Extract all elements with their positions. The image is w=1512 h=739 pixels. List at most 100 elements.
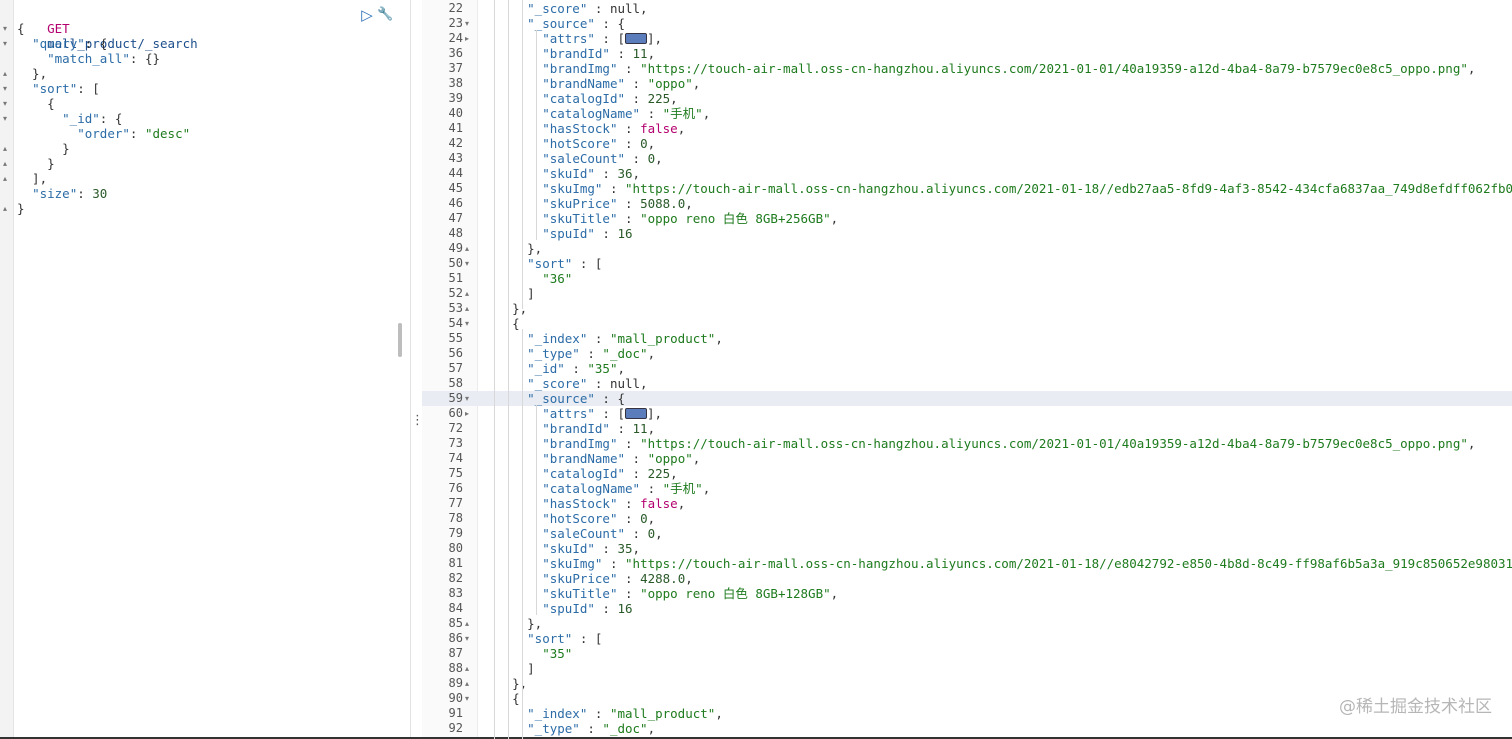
response-code-line[interactable]: "catalogId" : 225,	[482, 466, 677, 481]
response-code-line[interactable]: "hasStock" : false,	[482, 121, 685, 136]
collapsed-array-icon[interactable]	[625, 408, 648, 419]
response-code-line[interactable]: "_source" : {	[482, 16, 625, 31]
line-number: 46	[448, 196, 463, 210]
response-code-line[interactable]: "spuId" : 16	[482, 601, 632, 616]
request-code-line[interactable]: }	[17, 156, 55, 171]
response-code-line[interactable]: "saleCount" : 0,	[482, 526, 662, 541]
collapsed-array-icon[interactable]	[625, 33, 648, 44]
json-key: "size"	[32, 186, 78, 201]
response-code-line[interactable]: "attrs" : [],	[482, 406, 662, 421]
unfold-arrow-icon[interactable]: ▴	[3, 144, 7, 153]
response-code-line[interactable]: "35"	[482, 646, 572, 661]
fold-arrow-icon[interactable]: ▾	[465, 394, 469, 403]
json-value: 0	[640, 511, 648, 526]
unfold-arrow-icon[interactable]: ▴	[465, 244, 469, 253]
json-key: "saleCount"	[542, 526, 626, 541]
play-icon[interactable]: ▷	[359, 7, 375, 23]
unfold-arrow-icon[interactable]: ▴	[465, 289, 469, 298]
response-code-line[interactable]: },	[482, 241, 542, 256]
response-code-line[interactable]: "brandName" : "oppo",	[482, 451, 700, 466]
json-punctuation: ,	[692, 76, 701, 91]
response-code-line[interactable]: "_index" : "mall_product",	[482, 706, 723, 721]
response-code-line[interactable]: "36"	[482, 271, 572, 286]
response-code-line[interactable]: "catalogName" : "手机",	[482, 481, 710, 496]
request-code-line[interactable]: {	[17, 96, 55, 111]
line-number: 38	[448, 76, 463, 90]
response-code-line[interactable]: "catalogName" : "手机",	[482, 106, 710, 121]
unfold-arrow-icon[interactable]: ▴	[3, 159, 7, 168]
response-code-line[interactable]: "brandImg" : "https://touch-air-mall.oss…	[482, 61, 1475, 76]
fold-arrow-icon[interactable]: ▾	[3, 99, 7, 108]
response-code-line[interactable]: "attrs" : [],	[482, 31, 662, 46]
response-code-line[interactable]: "_score" : null,	[482, 376, 648, 391]
json-key: "skuId"	[542, 166, 595, 181]
fold-arrow-icon[interactable]: ▾	[465, 319, 469, 328]
response-code-line[interactable]: "skuPrice" : 5088.0,	[482, 196, 693, 211]
unfold-arrow-icon[interactable]: ▴	[465, 679, 469, 688]
response-code-line[interactable]: "skuImg" : "https://touch-air-mall.oss-c…	[482, 181, 1512, 196]
fold-arrow-icon[interactable]: ▾	[3, 39, 7, 48]
unfold-arrow-icon[interactable]: ▴	[465, 664, 469, 673]
json-punctuation: ,	[677, 121, 686, 136]
request-code-line[interactable]: "size": 30	[17, 186, 107, 201]
fold-arrow-icon[interactable]: ▾	[3, 24, 7, 33]
response-code-line[interactable]: "hasStock" : false,	[482, 496, 685, 511]
request-editor[interactable]: GET mall_product/_search ▾{▾ "query": { …	[0, 0, 410, 739]
response-code-line[interactable]: "brandName" : "oppo",	[482, 76, 700, 91]
json-value: "oppo reno 白色 8GB+128GB"	[640, 586, 831, 601]
request-code-line[interactable]: "_id": {	[17, 111, 122, 126]
fold-arrow-icon[interactable]: ▾	[465, 259, 469, 268]
response-code-line[interactable]: {	[482, 691, 520, 706]
scrollbar-thumb[interactable]	[398, 323, 402, 357]
unfold-arrow-icon[interactable]: ▴	[3, 174, 7, 183]
json-punctuation: ,	[702, 106, 711, 121]
request-code-line[interactable]: "query": {	[17, 36, 107, 51]
response-code-line[interactable]: "skuId" : 35,	[482, 541, 640, 556]
response-code-line[interactable]: },	[482, 676, 527, 691]
response-code-line[interactable]: "_id" : "35",	[482, 361, 625, 376]
json-punctuation: ,	[830, 586, 839, 601]
fold-arrow-icon[interactable]: ▸	[465, 409, 469, 418]
json-punctuation	[482, 181, 542, 196]
request-line[interactable]: GET mall_product/_search	[17, 6, 198, 51]
json-value: "手机"	[662, 106, 703, 121]
response-code-line[interactable]: "catalogId" : 225,	[482, 91, 677, 106]
wrench-icon[interactable]: 🔧	[377, 7, 393, 23]
response-code-line[interactable]: "brandImg" : "https://touch-air-mall.oss…	[482, 436, 1475, 451]
fold-arrow-icon[interactable]: ▾	[465, 19, 469, 28]
json-punctuation: null,	[609, 376, 648, 391]
fold-arrow-icon[interactable]: ▸	[465, 34, 469, 43]
request-code-line[interactable]: "order": "desc"	[17, 126, 190, 141]
request-code-line[interactable]: }	[17, 141, 70, 156]
response-code-line[interactable]: },	[482, 301, 527, 316]
json-punctuation: ,	[702, 481, 711, 496]
response-code-line[interactable]: "skuImg" : "https://touch-air-mall.oss-c…	[482, 556, 1512, 571]
request-code-line[interactable]: },	[17, 66, 47, 81]
unfold-arrow-icon[interactable]: ▴	[3, 204, 7, 213]
request-code-line[interactable]: {	[17, 21, 25, 36]
fold-arrow-icon[interactable]: ▾	[3, 84, 7, 93]
request-code-line[interactable]: ],	[17, 171, 47, 186]
unfold-arrow-icon[interactable]: ▴	[3, 69, 7, 78]
json-key: "hotScore"	[542, 511, 618, 526]
response-code-line[interactable]: "_source" : {	[482, 391, 625, 406]
response-code-line[interactable]: {	[482, 316, 520, 331]
response-code-line[interactable]: "_index" : "mall_product",	[482, 331, 723, 346]
line-number: 40	[448, 106, 463, 120]
response-code-line[interactable]: "spuId" : 16	[482, 226, 632, 241]
fold-arrow-icon[interactable]: ▾	[3, 114, 7, 123]
response-code-line[interactable]: },	[482, 616, 542, 631]
request-code-line[interactable]: "match_all": {}	[17, 51, 160, 66]
fold-arrow-icon[interactable]: ▾	[465, 634, 469, 643]
fold-arrow-icon[interactable]: ▾	[465, 694, 469, 703]
response-code-line[interactable]: "saleCount" : 0,	[482, 151, 662, 166]
response-code-line[interactable]: "sort" : [	[482, 631, 602, 646]
request-code-line[interactable]: }	[17, 201, 25, 216]
response-code-line[interactable]: "skuId" : 36,	[482, 166, 640, 181]
response-code-line[interactable]: "sort" : [	[482, 256, 602, 271]
unfold-arrow-icon[interactable]: ▴	[465, 304, 469, 313]
request-code-line[interactable]: "sort": [	[17, 81, 100, 96]
unfold-arrow-icon[interactable]: ▴	[465, 619, 469, 628]
response-code-line[interactable]: "skuPrice" : 4288.0,	[482, 571, 693, 586]
response-code-line[interactable]: "_score" : null,	[482, 1, 647, 16]
